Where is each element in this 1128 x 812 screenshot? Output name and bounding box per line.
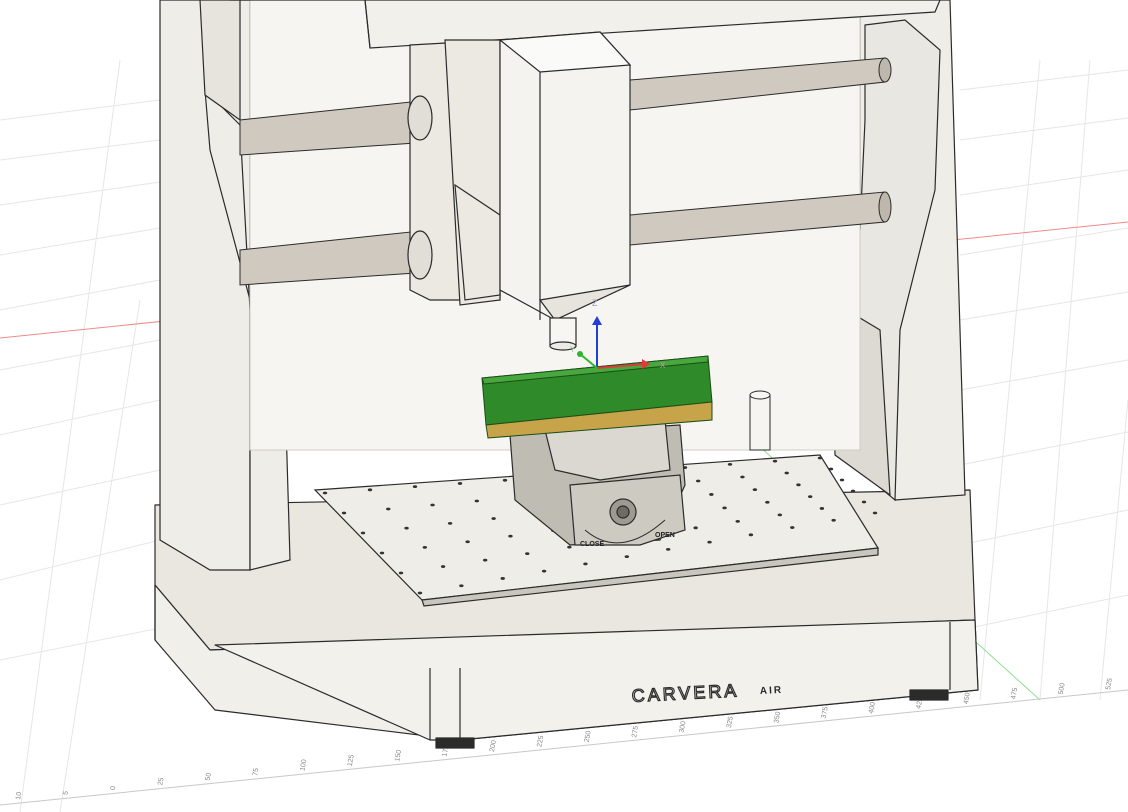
- table-hole: [784, 471, 789, 475]
- ruler-label: 325: [726, 716, 735, 729]
- table-hole: [447, 521, 453, 525]
- table-hole: [727, 462, 733, 466]
- ruler-label: 25: [157, 777, 165, 786]
- table-hole: [525, 552, 530, 556]
- table-hole: [872, 511, 878, 515]
- table-hole: [341, 511, 347, 515]
- brand-model: AIR: [760, 685, 784, 697]
- table-hole: [740, 475, 745, 479]
- ruler-label: 10: [15, 791, 23, 800]
- table-hole: [474, 499, 480, 503]
- vise-open-label: OPEN: [655, 532, 675, 539]
- table-hole: [819, 507, 825, 510]
- table-hole: [567, 545, 572, 549]
- ruler-label: 350: [773, 711, 782, 724]
- table-hole: [665, 547, 671, 551]
- table-hole: [583, 562, 588, 566]
- table-hole: [459, 584, 464, 588]
- table-hole: [541, 569, 547, 573]
- ruler-label: 250: [584, 730, 593, 743]
- table-hole: [417, 591, 423, 595]
- table-hole: [465, 540, 470, 544]
- table-hole: [360, 531, 366, 535]
- ruler-label: 475: [1010, 687, 1019, 700]
- ruler-label: 500: [1058, 682, 1067, 695]
- probe-pin: [749, 390, 771, 451]
- table-hole: [379, 551, 385, 555]
- table-hole: [440, 565, 446, 568]
- table-hole: [693, 526, 698, 530]
- table-hole: [386, 507, 391, 511]
- table-hole: [839, 478, 845, 482]
- table-hole: [861, 500, 867, 504]
- table-hole: [850, 489, 856, 493]
- triad-z-label: Z: [592, 298, 598, 308]
- ruler-label: 150: [394, 749, 403, 762]
- table-hole: [398, 571, 404, 575]
- ruler-label: 50: [205, 772, 213, 781]
- ruler-label: 5: [62, 790, 70, 795]
- table-hole: [796, 483, 801, 487]
- ruler-label: 0: [110, 786, 118, 791]
- table-hole: [722, 506, 727, 510]
- table-hole: [491, 517, 496, 520]
- table-hole: [430, 503, 435, 507]
- ruler-label: 300: [679, 721, 688, 734]
- table-hole: [735, 519, 740, 523]
- triad-y-label: Y: [570, 345, 576, 354]
- table-hole: [502, 478, 508, 482]
- ruler-label: 125: [347, 754, 356, 767]
- ruler-label: 75: [252, 767, 260, 776]
- vise-close-label: CLOSE: [580, 541, 604, 548]
- table-hole: [748, 533, 754, 537]
- ruler-label: 225: [536, 735, 545, 748]
- ruler-label: 400: [868, 701, 877, 714]
- table-hole: [707, 540, 712, 544]
- table-hole: [695, 479, 701, 483]
- cad-viewport[interactable]: 10 50255075100 125 150 175 200 225 250 275 300 325…: [0, 0, 1128, 812]
- table-hole: [422, 545, 428, 549]
- table-hole: [709, 493, 714, 496]
- ruler-label: 450: [963, 692, 972, 705]
- ruler-label: 100: [299, 759, 308, 772]
- table-hole: [752, 488, 758, 492]
- table-hole: [367, 488, 373, 492]
- ruler-label: 525: [1105, 678, 1114, 691]
- triad-x-label: X: [660, 361, 666, 370]
- table-hole: [790, 526, 795, 529]
- table-hole: [831, 518, 836, 522]
- ruler-label: 275: [631, 725, 640, 738]
- table-hole: [828, 467, 834, 471]
- table-hole: [624, 555, 630, 559]
- ruler-label: 375: [821, 706, 830, 719]
- table-hole: [500, 577, 505, 580]
- table-hole: [777, 513, 783, 517]
- table-hole: [457, 482, 463, 485]
- table-hole: [508, 534, 513, 538]
- table-hole: [765, 500, 770, 504]
- ruler-label: 200: [489, 740, 498, 753]
- table-hole: [482, 558, 488, 562]
- table-hole: [322, 491, 328, 495]
- table-hole: [404, 526, 409, 530]
- table-hole: [807, 495, 813, 499]
- table-hole: [412, 485, 418, 489]
- table-hole: [817, 456, 823, 460]
- table-hole: [772, 459, 778, 463]
- z-carriage: [407, 39, 501, 306]
